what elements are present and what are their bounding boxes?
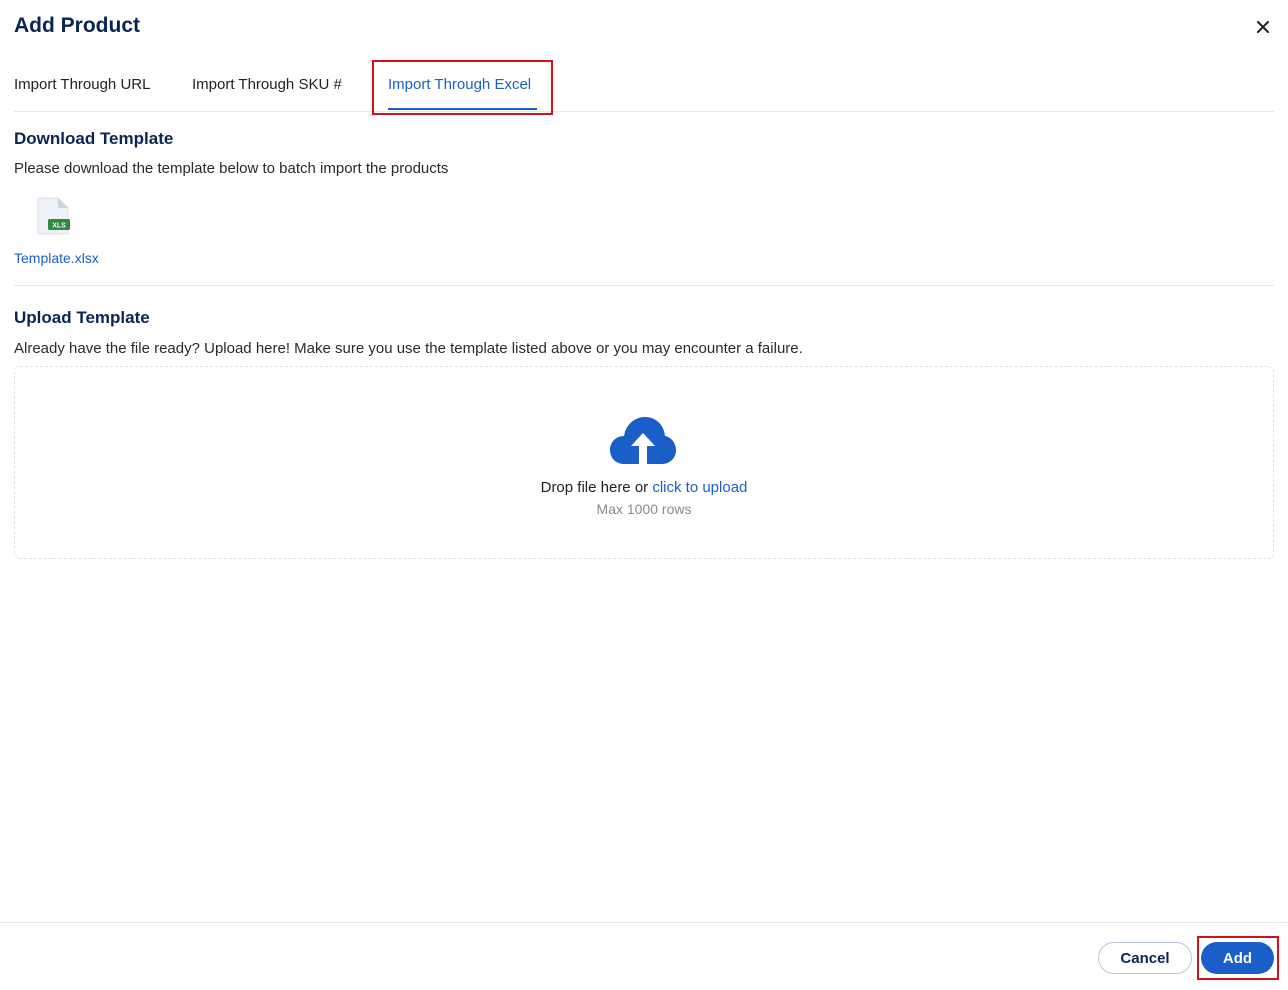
click-to-upload-link[interactable]: click to upload [652, 479, 747, 496]
file-dropzone[interactable]: Drop file here or click to upload Max 10… [14, 366, 1274, 559]
close-button[interactable] [1252, 16, 1274, 38]
close-icon [1257, 21, 1269, 33]
dropzone-prompt: Drop file here or [540, 479, 653, 496]
tab-import-url[interactable]: Import Through URL [14, 76, 150, 93]
add-button[interactable]: Add [1201, 942, 1274, 974]
upload-template-description: Already have the file ready? Upload here… [14, 340, 803, 357]
tab-import-sku[interactable]: Import Through SKU # [192, 76, 342, 93]
xls-badge-label: XLS [52, 223, 66, 230]
dialog-title: Add Product [14, 14, 140, 37]
add-product-dialog: Add Product Import Through URL Import Th… [0, 0, 1288, 990]
dropzone-limit: Max 1000 rows [596, 501, 692, 517]
footer-divider [0, 922, 1288, 923]
tab-import-excel[interactable]: Import Through Excel [388, 76, 531, 93]
active-tab-indicator [388, 108, 537, 110]
cancel-button[interactable]: Cancel [1098, 942, 1192, 974]
xls-file-icon[interactable]: XLS [36, 196, 72, 236]
template-download-link[interactable]: Template.xlsx [14, 250, 99, 266]
dialog-header: Add Product [14, 12, 1274, 42]
download-template-description: Please download the template below to ba… [14, 160, 449, 177]
dropzone-text: Drop file here or click to upload [15, 479, 1273, 496]
download-template-title: Download Template [14, 129, 174, 148]
import-tabs: Import Through URL Import Through SKU # … [14, 60, 1274, 112]
upload-template-title: Upload Template [14, 308, 150, 327]
cloud-upload-icon [610, 417, 676, 464]
section-divider [14, 285, 1274, 286]
